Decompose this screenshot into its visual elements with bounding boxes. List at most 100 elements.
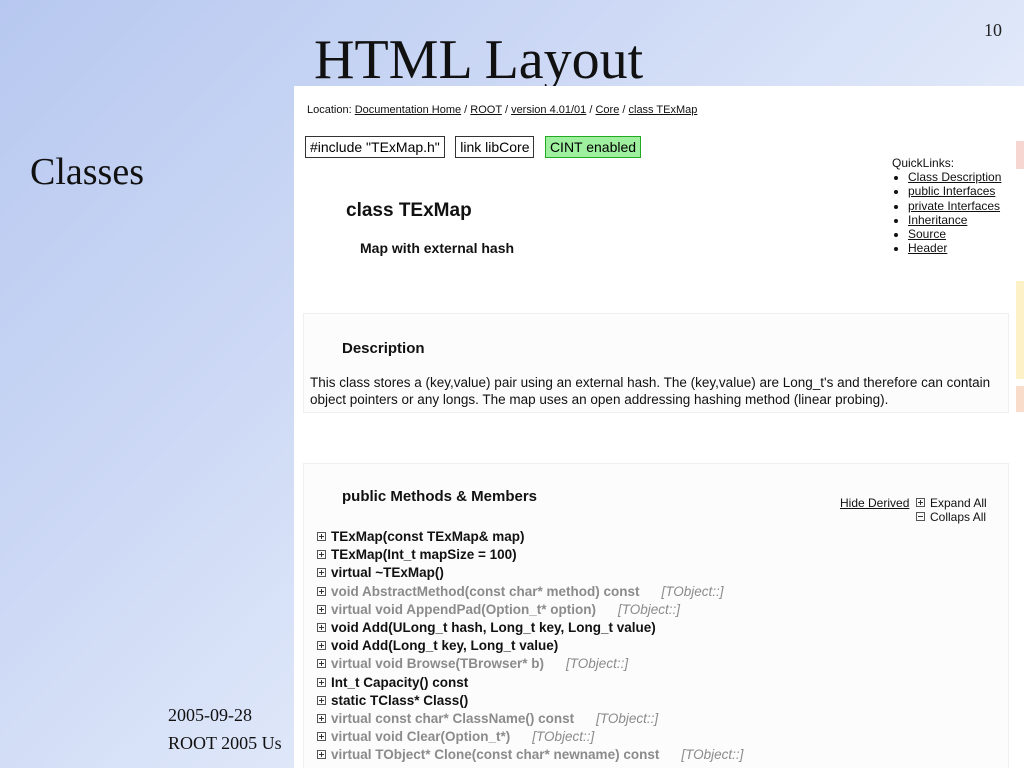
method-signature: TExMap(Int_t mapSize = 100) (331, 547, 517, 563)
methods-panel: public Methods & Members Hide Derived Ex… (304, 464, 1008, 768)
class-subtitle: Map with external hash (360, 240, 515, 256)
expand-method-icon[interactable] (317, 732, 326, 742)
breadcrumb-separator: / (622, 104, 626, 116)
method-origin: [TObject::] (566, 656, 629, 672)
method-row[interactable]: void Add(ULong_t hash, Long_t key, Long_… (317, 619, 743, 637)
method-signature: virtual void AppendPad(Option_t* option) (331, 601, 596, 617)
method-signature: virtual ~TExMap() (331, 565, 444, 581)
expand-method-icon[interactable] (317, 604, 326, 614)
method-row[interactable]: virtual ~TExMap() (317, 564, 743, 582)
expand-method-icon[interactable] (317, 659, 326, 669)
collapse-all-button[interactable]: Collaps All (916, 510, 987, 524)
expand-method-icon[interactable] (317, 586, 326, 596)
decorative-strip (1016, 386, 1024, 412)
quicklink-header[interactable]: Header (908, 241, 947, 255)
expand-method-icon[interactable] (317, 623, 326, 633)
method-row[interactable]: Int_t Capacity() const (317, 674, 743, 692)
method-row[interactable]: virtual void AppendPad(Option_t* option)… (317, 601, 743, 619)
class-badges: #include "TExMap.h" link libCore CINT en… (305, 136, 647, 158)
breadcrumb-separator: / (504, 104, 508, 116)
quicklinks-box: QuickLinks: Class Description public Int… (888, 154, 1008, 260)
slide-title: HTML Layout (314, 29, 644, 91)
expand-method-icon[interactable] (317, 550, 326, 560)
footer-conference: ROOT 2005 Us (168, 733, 282, 753)
list-item: public Interfaces (908, 184, 1008, 198)
methods-heading: public Methods & Members (342, 488, 538, 505)
breadcrumb-version[interactable]: version 4.01/01 (511, 104, 586, 116)
expand-all-label: Expand All (930, 496, 987, 510)
quicklink-class-description[interactable]: Class Description (908, 170, 1001, 184)
method-origin: [TObject::] (617, 601, 681, 617)
breadcrumb-separator: / (464, 104, 468, 116)
minus-icon (916, 512, 925, 521)
method-row[interactable]: virtual void Browse(TBrowser* b) [TObject… (317, 655, 743, 673)
method-signature: virtual void Browse(TBrowser* b) (331, 656, 545, 672)
plus-icon (916, 498, 925, 507)
expand-method-icon[interactable] (317, 695, 326, 705)
method-row[interactable]: void AbstractMethod(const char* method) … (317, 583, 743, 601)
slide-number: 10 (984, 20, 1002, 40)
breadcrumb-documentation-home[interactable]: Documentation Home (355, 104, 461, 116)
hide-derived-link[interactable]: Hide Derived (840, 496, 909, 510)
description-panel: Description This class stores a (key,val… (304, 314, 1008, 412)
method-origin: [TObject::] (532, 729, 595, 745)
expand-method-icon[interactable] (317, 714, 326, 724)
quicklink-inheritance[interactable]: Inheritance (908, 213, 967, 227)
method-list: TExMap(const TExMap& map) TExMap(Int_t ma… (317, 528, 743, 765)
cint-badge: CINT enabled (544, 136, 642, 158)
method-origin: [TObject::] (681, 747, 744, 763)
list-item: Class Description (908, 170, 1008, 184)
decorative-strip (1016, 281, 1024, 379)
list-item: Inheritance (908, 213, 1008, 227)
method-origin: [TObject::] (661, 583, 724, 599)
method-origin: [TObject::] (596, 711, 659, 727)
breadcrumb-core[interactable]: Core (595, 104, 619, 116)
expand-method-icon[interactable] (317, 677, 326, 687)
expand-method-icon[interactable] (317, 641, 326, 651)
doc-screenshot: Location: Documentation Home / ROOT / ve… (294, 86, 1024, 768)
expand-method-icon[interactable] (317, 750, 326, 760)
expand-all-button[interactable]: Expand All (916, 496, 987, 510)
footer-date: 2005-09-28 (168, 705, 252, 725)
expand-method-icon[interactable] (317, 532, 326, 541)
method-signature: Int_t Capacity() const (331, 674, 469, 690)
decorative-strip (1016, 141, 1024, 169)
expand-method-icon[interactable] (317, 568, 326, 578)
method-signature: void Add(ULong_t hash, Long_t key, Long_… (331, 620, 656, 636)
breadcrumb-root[interactable]: ROOT (470, 104, 502, 116)
slide-side-label: Classes (30, 151, 144, 193)
breadcrumb-class[interactable]: class TExMap (629, 104, 698, 116)
quicklinks-title: QuickLinks: (892, 156, 955, 170)
expand-collapse-controls: Expand All Collaps All (916, 496, 987, 524)
method-signature: void AbstractMethod(const char* method) … (331, 583, 640, 599)
quicklink-private-interfaces[interactable]: private Interfaces (908, 199, 1000, 213)
method-signature: TExMap(const TExMap& map) (331, 529, 525, 544)
breadcrumb: Location: Documentation Home / ROOT / ve… (307, 104, 697, 116)
method-row[interactable]: static TClass* Class() (317, 692, 743, 710)
method-row[interactable]: virtual const char* ClassName() const [TO… (317, 710, 743, 728)
method-signature: virtual const char* ClassName() const (331, 711, 575, 727)
method-signature: virtual TObject* Clone(const char* newna… (331, 747, 660, 763)
method-signature: void Add(Long_t key, Long_t value) (331, 638, 559, 654)
list-item: Header (908, 241, 1008, 255)
collapse-all-label: Collaps All (930, 510, 987, 524)
link-badge: link libCore (455, 136, 535, 158)
method-row[interactable]: TExMap(const TExMap& map) (317, 528, 743, 546)
method-row[interactable]: virtual void Clear(Option_t*) [TObject::] (317, 728, 743, 746)
method-row[interactable]: virtual TObject* Clone(const char* newna… (317, 746, 743, 764)
breadcrumb-prefix: Location: (307, 104, 352, 116)
description-heading: Description (342, 340, 425, 357)
include-badge: #include "TExMap.h" (305, 136, 445, 158)
method-signature: static TClass* Class() (331, 692, 469, 708)
class-title: class TExMap (346, 200, 472, 221)
list-item: private Interfaces (908, 199, 1008, 213)
breadcrumb-separator: / (589, 104, 593, 116)
quicklinks-list: Class Description public Interfaces priv… (892, 170, 1008, 256)
quicklink-public-interfaces[interactable]: public Interfaces (908, 184, 995, 198)
list-item: Source (908, 227, 1008, 241)
description-text: This class stores a (key,value) pair usi… (310, 375, 991, 407)
quicklink-source[interactable]: Source (908, 227, 946, 241)
method-row[interactable]: void Add(Long_t key, Long_t value) (317, 637, 743, 655)
method-row[interactable]: TExMap(Int_t mapSize = 100) (317, 546, 743, 564)
method-signature: virtual void Clear(Option_t*) (331, 729, 511, 745)
